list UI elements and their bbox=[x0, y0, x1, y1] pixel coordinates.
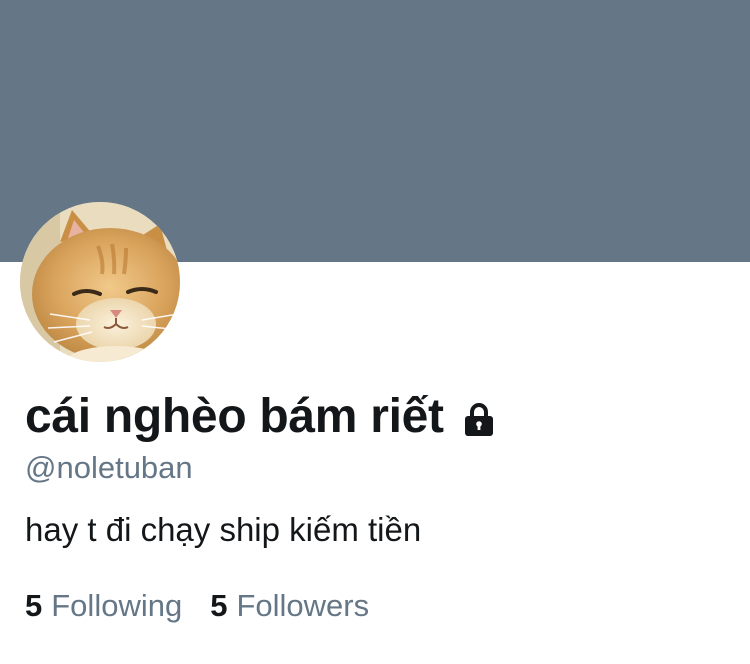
display-name: cái nghèo bám riết bbox=[25, 390, 444, 443]
followers-label: Followers bbox=[236, 588, 370, 623]
following-link[interactable]: 5 Following bbox=[25, 585, 182, 627]
followers-count: 5 bbox=[210, 588, 228, 623]
cat-avatar-image bbox=[20, 202, 180, 362]
followers-link[interactable]: 5 Followers bbox=[210, 585, 369, 627]
username-handle: @noletuban bbox=[25, 450, 193, 485]
profile-stats: 5 Following 5 Followers bbox=[25, 585, 369, 627]
profile-bio: hay t đi chạy ship kiếm tiền bbox=[25, 511, 422, 548]
following-label: Following bbox=[51, 588, 183, 623]
following-count: 5 bbox=[25, 588, 43, 623]
avatar[interactable] bbox=[20, 202, 180, 362]
profile-page: cái nghèo bám riết @noletuban hay t đi c… bbox=[0, 0, 750, 664]
lock-icon bbox=[464, 403, 493, 436]
name-row: cái nghèo bám riết bbox=[25, 388, 494, 446]
